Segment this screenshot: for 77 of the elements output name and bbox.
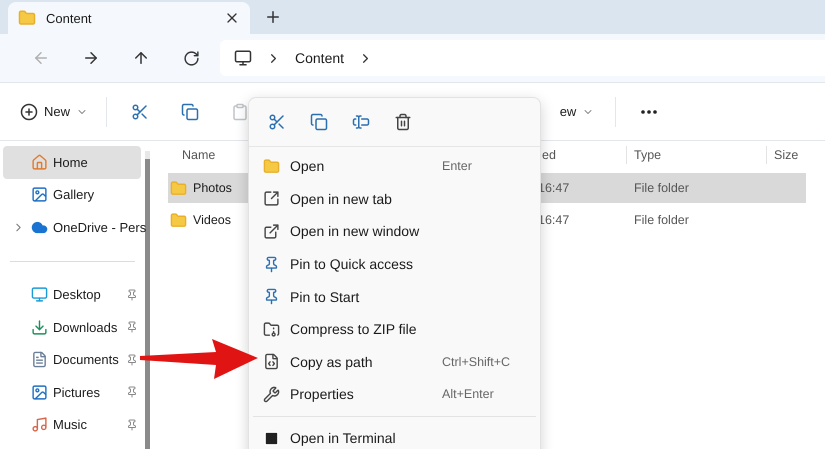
sidebar-label: Gallery bbox=[53, 187, 96, 202]
copy-icon bbox=[310, 113, 328, 131]
menu-item[interactable]: Pin to Start bbox=[249, 280, 540, 313]
menu-item[interactable]: Pin to Quick access bbox=[249, 248, 540, 280]
pin-icon bbox=[126, 321, 138, 334]
refresh-icon bbox=[182, 50, 200, 66]
menu-item-icon bbox=[263, 158, 280, 175]
name-cell[interactable]: Videos bbox=[168, 205, 252, 235]
new-button[interactable]: New bbox=[20, 94, 98, 130]
scrollbar-thumb[interactable] bbox=[145, 159, 150, 449]
sidebar-icon bbox=[31, 286, 48, 304]
folder-icon bbox=[170, 212, 187, 228]
menu-item[interactable]: Properties Alt+Enter bbox=[249, 378, 540, 411]
plus-circle-icon bbox=[20, 102, 38, 120]
menu-item-icon bbox=[263, 256, 280, 273]
window-tab[interactable]: Content bbox=[8, 2, 250, 34]
forward-arrow-icon bbox=[82, 49, 100, 67]
menu-item-icon bbox=[263, 353, 280, 370]
address-bar[interactable]: Content bbox=[220, 40, 825, 76]
column-header[interactable]: Name bbox=[168, 148, 216, 162]
menu-item-icon bbox=[263, 190, 280, 208]
pin-icon bbox=[126, 354, 138, 366]
sidebar-icon bbox=[31, 318, 48, 336]
shortcut-text: Alt+Enter bbox=[442, 387, 495, 402]
sidebar-label: Downloads bbox=[53, 320, 118, 335]
type-cell: File folder bbox=[626, 173, 806, 203]
sidebar-icon bbox=[31, 154, 48, 171]
sidebar-item[interactable]: Pictures bbox=[3, 376, 141, 408]
copy-icon bbox=[181, 102, 200, 120]
monitor-icon bbox=[234, 49, 252, 67]
new-tab-icon[interactable] bbox=[264, 8, 282, 26]
sidebar-label: Music bbox=[53, 417, 88, 432]
sidebar-icon bbox=[31, 186, 48, 204]
menu-item[interactable]: Compress to ZIP file bbox=[249, 312, 540, 346]
sidebar-item[interactable]: Downloads bbox=[3, 311, 141, 344]
scissors-icon bbox=[268, 113, 286, 131]
menu-item[interactable]: Open in new window bbox=[249, 215, 540, 248]
menu-item-icon bbox=[263, 288, 280, 306]
tab-title: Content bbox=[46, 10, 93, 26]
sidebar-item[interactable]: Desktop bbox=[3, 278, 141, 311]
menu-item-icon bbox=[263, 320, 280, 338]
view-button[interactable]: ew bbox=[557, 94, 608, 130]
sidebar-label: Pictures bbox=[53, 384, 101, 400]
menu-item[interactable]: Open in Terminal bbox=[249, 422, 540, 449]
menu-item-icon bbox=[263, 386, 280, 403]
more-icon bbox=[641, 110, 658, 114]
clipboard-icon bbox=[231, 102, 250, 120]
shortcut-text: Enter bbox=[442, 159, 473, 174]
sidebar-label: Documents bbox=[53, 352, 120, 368]
sidebar-label: Desktop bbox=[53, 287, 102, 302]
pin-icon bbox=[126, 288, 138, 301]
column-header[interactable]: Size bbox=[774, 148, 798, 162]
file-name: Photos bbox=[193, 181, 232, 195]
sidebar-icon bbox=[31, 416, 48, 434]
rename-icon bbox=[352, 113, 370, 131]
sidebar-item[interactable]: Music bbox=[3, 408, 141, 441]
column-header[interactable]: ed bbox=[542, 148, 556, 162]
sidebar-item[interactable]: Documents bbox=[3, 344, 141, 376]
sidebar-icon bbox=[31, 351, 48, 368]
menu-item-icon bbox=[263, 222, 280, 240]
type-cell-text: File folder bbox=[633, 212, 690, 229]
folder-icon bbox=[170, 180, 187, 196]
menu-item[interactable]: Copy as path Ctrl+Shift+C bbox=[249, 346, 540, 378]
shortcut-text: Ctrl+Shift+C bbox=[442, 354, 512, 369]
sidebar-icon bbox=[31, 384, 48, 401]
pin-icon bbox=[126, 386, 138, 398]
folder-icon bbox=[18, 9, 36, 27]
column-header[interactable]: Type bbox=[634, 148, 662, 162]
breadcrumb[interactable]: Content bbox=[295, 50, 344, 66]
sidebar-item[interactable]: Home bbox=[3, 146, 141, 178]
scissors-icon bbox=[131, 102, 150, 120]
sidebar-label: OneDrive - Pers bbox=[53, 220, 146, 235]
pin-icon bbox=[126, 418, 138, 431]
file-name: Videos bbox=[193, 213, 231, 227]
sidebar-label: Home bbox=[53, 154, 89, 170]
sidebar-item[interactable]: Gallery bbox=[3, 178, 141, 211]
trash-icon bbox=[394, 113, 412, 131]
